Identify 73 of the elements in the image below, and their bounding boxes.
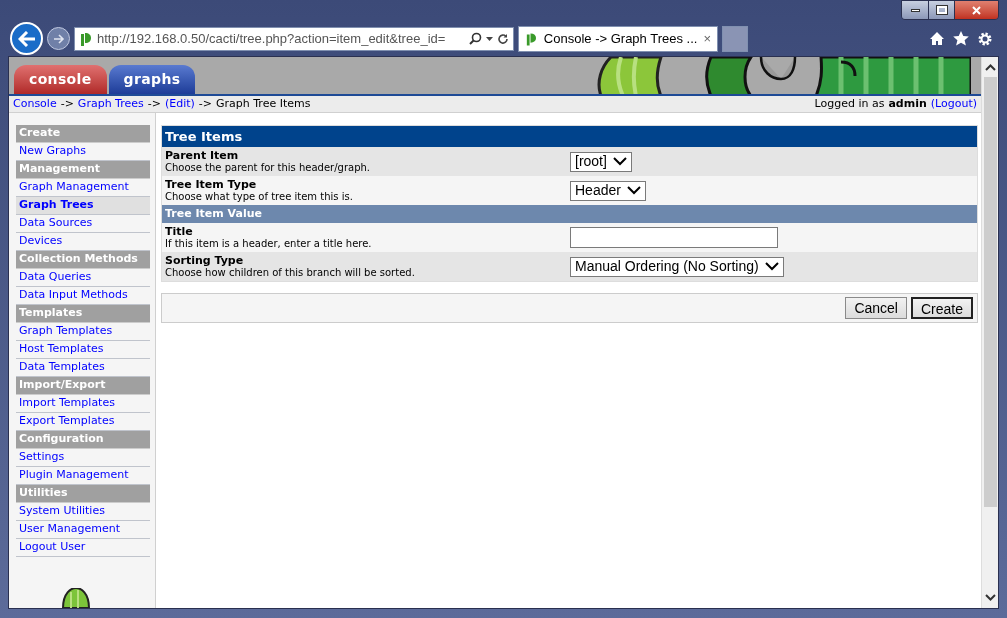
chevron-down-icon xyxy=(612,157,627,166)
scrollbar-thumb[interactable] xyxy=(983,77,997,507)
right-arrow-icon xyxy=(52,33,65,44)
field-label: Parent Item xyxy=(165,149,240,162)
refresh-icon xyxy=(497,32,509,45)
back-button[interactable] xyxy=(10,22,43,55)
breadcrumb-separator: -> xyxy=(198,95,212,112)
login-label: Logged in as xyxy=(814,95,885,112)
sidebar-section-header: Management xyxy=(16,161,150,179)
address-text: http://192.168.0.50/cacti/tree.php?action=item_edit&tree_id= xyxy=(97,29,446,48)
field-description: If this item is a header, enter a title here. xyxy=(165,237,373,250)
breadcrumb-link[interactable]: Console xyxy=(13,95,57,113)
logout-link[interactable]: (Logout) xyxy=(930,95,977,113)
forward-button[interactable] xyxy=(47,27,70,50)
scroll-up-icon[interactable] xyxy=(984,64,996,71)
cactus-drawing xyxy=(61,588,91,608)
sidebar-section-header: Import/Export xyxy=(16,377,150,395)
address-bar[interactable]: http://192.168.0.50/cacti/tree.php?action=item_edit&tree_id= xyxy=(74,26,514,51)
chevron-down-icon xyxy=(764,262,779,271)
sidebar-item[interactable]: Graph Trees xyxy=(16,197,150,215)
header-tab[interactable]: graphs xyxy=(108,65,196,94)
sidebar-item[interactable]: Data Sources xyxy=(16,215,150,233)
tab-title: Console -> Graph Trees ... xyxy=(543,29,698,48)
scroll-down-icon[interactable] xyxy=(984,594,996,601)
sidebar-item[interactable]: Host Templates xyxy=(16,341,150,359)
search-icon xyxy=(469,32,482,45)
sidebar-item[interactable]: Logout User xyxy=(16,539,150,557)
breadcrumb-link[interactable]: (Edit) xyxy=(164,95,195,113)
field-label: Sorting Type xyxy=(165,254,245,267)
dropdown[interactable]: Header xyxy=(570,180,646,201)
sidebar-item[interactable]: Graph Templates xyxy=(16,323,150,341)
breadcrumb-current: Graph Tree Items xyxy=(216,95,311,112)
sidebar-item[interactable]: Data Queries xyxy=(16,269,150,287)
form-button[interactable]: Cancel xyxy=(845,297,907,319)
tab-close-button[interactable]: × xyxy=(703,28,711,49)
breadcrumb-link[interactable]: Graph Trees xyxy=(77,95,144,113)
field-description: Choose how children of this branch will be sorted. xyxy=(165,266,416,279)
header-tab[interactable]: console xyxy=(14,65,107,94)
section-header: Tree Item Value xyxy=(162,205,977,223)
close-icon xyxy=(972,5,981,15)
username: admin xyxy=(888,95,927,112)
sidebar-item[interactable]: Import Templates xyxy=(16,395,150,413)
browser-tab[interactable]: Console -> Graph Trees ... × xyxy=(518,25,718,52)
minimize-button[interactable] xyxy=(902,1,928,19)
breadcrumb-separator: -> xyxy=(147,95,161,112)
settings-icon[interactable] xyxy=(977,30,993,47)
title-input-field[interactable] xyxy=(570,227,778,248)
caret-icon xyxy=(486,36,493,41)
home-icon[interactable] xyxy=(929,31,945,46)
vertical-scrollbar[interactable] xyxy=(981,57,998,608)
sidebar-item[interactable]: User Management xyxy=(16,521,150,539)
new-tab-button[interactable] xyxy=(722,25,748,52)
sidebar-section-header: Collection Methods xyxy=(16,251,150,269)
form-button[interactable]: Create xyxy=(910,297,973,319)
sidebar-item[interactable]: System Utilities xyxy=(16,503,150,521)
field-description: Choose what type of tree item this is. xyxy=(165,190,354,203)
sidebar-section-header: Templates xyxy=(16,305,150,323)
sidebar-section-header: Create xyxy=(16,125,150,143)
field-description: Choose the parent for this header/graph. xyxy=(165,161,372,174)
form-title: Tree Items xyxy=(162,126,977,147)
close-button[interactable] xyxy=(954,1,998,19)
sidebar-section-header: Configuration xyxy=(16,431,150,449)
dropdown[interactable]: [root] xyxy=(570,151,632,172)
left-arrow-icon xyxy=(17,30,36,47)
star-icon[interactable] xyxy=(953,31,969,46)
breadcrumb-separator: -> xyxy=(60,95,74,112)
maximize-button[interactable] xyxy=(928,1,954,19)
sidebar-section-header: Utilities xyxy=(16,485,150,503)
field-label: Title xyxy=(165,225,194,238)
dropdown[interactable]: Manual Ordering (No Sorting) xyxy=(570,256,784,277)
field-label: Tree Item Type xyxy=(165,178,258,191)
sidebar-item[interactable]: Settings xyxy=(16,449,150,467)
chevron-down-icon xyxy=(626,186,641,195)
